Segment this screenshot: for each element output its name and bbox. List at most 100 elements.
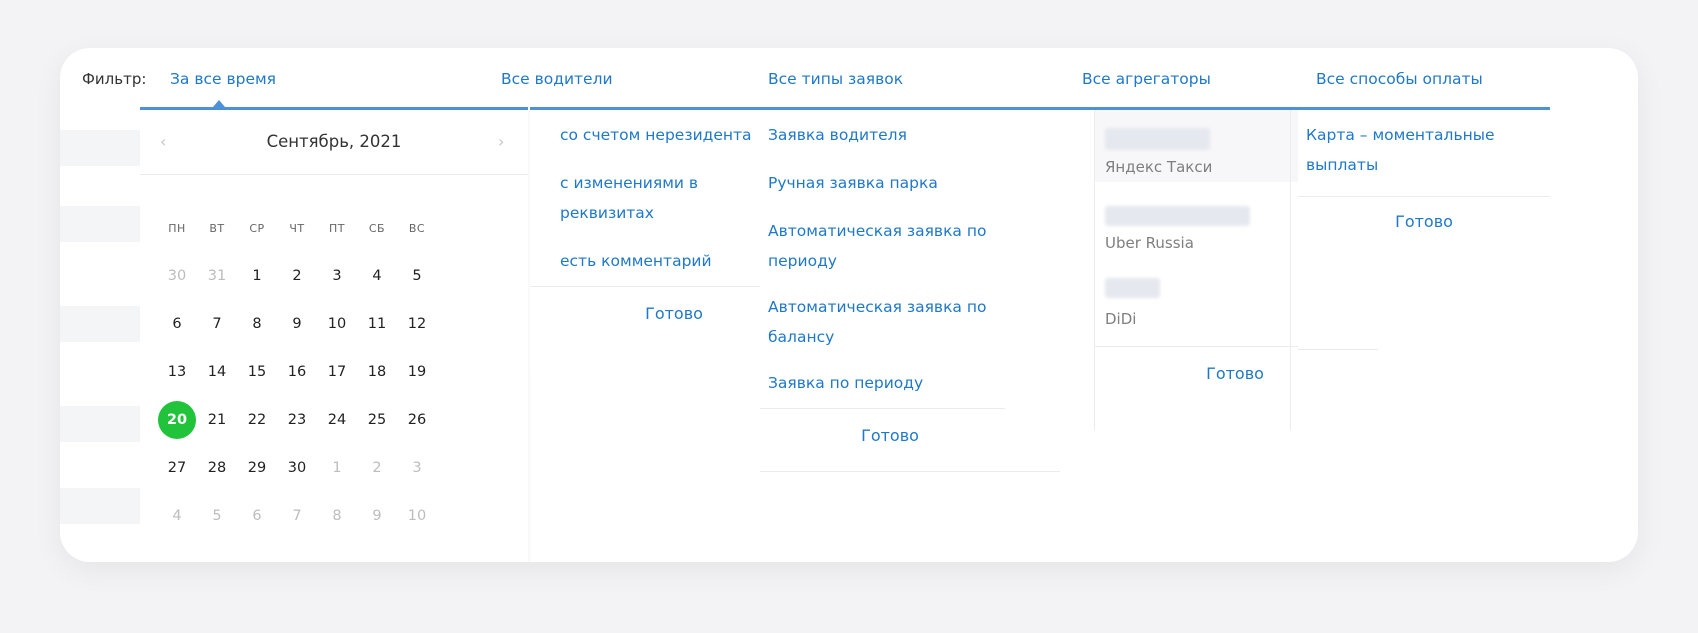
calendar-day[interactable]: 23 xyxy=(277,401,317,439)
calendar-day[interactable]: 3 xyxy=(317,257,357,295)
weekday-label: ЧТ xyxy=(289,222,305,235)
calendar-week-row: 4 5 6 7 8 9 10 xyxy=(157,492,437,540)
calendar-day[interactable]: 1 xyxy=(317,449,357,487)
calendar-day[interactable]: 25 xyxy=(357,401,397,439)
calendar-day-number: 3 xyxy=(412,460,422,476)
calendar-day[interactable]: 10 xyxy=(397,497,437,535)
calendar-day-number: 10 xyxy=(407,508,427,524)
calendar-day[interactable]: 19 xyxy=(397,353,437,391)
caret-indicator xyxy=(213,100,225,107)
calendar-day-number: 26 xyxy=(407,412,427,428)
divider xyxy=(140,174,528,175)
calendar-week-row: 30 31 1 2 3 4 5 xyxy=(157,252,437,300)
calendar-day-number: 2 xyxy=(292,268,302,284)
calendar-day[interactable]: 6 xyxy=(157,305,197,343)
payment-option-card-instant[interactable]: Карта – моментальные выплаты xyxy=(1306,120,1536,180)
calendar-day[interactable]: 26 xyxy=(397,401,437,439)
divider xyxy=(1095,346,1300,347)
calendar-day[interactable]: 1 xyxy=(237,257,277,295)
calendar-day[interactable]: 16 xyxy=(277,353,317,391)
calendar-day[interactable]: 8 xyxy=(237,305,277,343)
calendar-day[interactable]: 12 xyxy=(397,305,437,343)
calendar-day-number: 28 xyxy=(207,460,227,476)
tab-request-types[interactable]: Все типы заявок xyxy=(768,70,903,88)
calendar-day[interactable]: 9 xyxy=(277,305,317,343)
tab-drivers[interactable]: Все водители xyxy=(501,70,613,88)
calendar-week-row: 20 21 22 23 24 25 26 xyxy=(157,396,437,444)
calendar-day[interactable]: 24 xyxy=(317,401,357,439)
calendar-day[interactable]: 29 xyxy=(237,449,277,487)
calendar-day[interactable]: 21 xyxy=(197,401,237,439)
divider xyxy=(1298,196,1550,197)
aggregator-didi[interactable]: DiDi xyxy=(1105,310,1136,328)
aggregator-yandex[interactable]: Яндекс Такси xyxy=(1105,158,1212,176)
payment-dropdown: Карта – моментальные выплаты Готово xyxy=(1298,110,1550,350)
calendar-day[interactable]: 13 xyxy=(157,353,197,391)
calendar-day[interactable]: 8 xyxy=(317,497,357,535)
request-option-driver[interactable]: Заявка водителя xyxy=(768,120,1028,150)
aggregators-done-button[interactable]: Готово xyxy=(1145,364,1325,383)
calendar-day-number: 9 xyxy=(372,508,382,524)
tab-aggregators[interactable]: Все агрегаторы xyxy=(1082,70,1211,88)
calendar-day-number: 5 xyxy=(412,268,422,284)
calendar-day[interactable]: 10 xyxy=(317,305,357,343)
background-row xyxy=(60,206,140,242)
calendar-day-number: 31 xyxy=(207,268,227,284)
calendar-day-today[interactable]: 20 xyxy=(157,401,197,439)
next-month-icon[interactable]: › xyxy=(498,132,504,151)
calendar-day[interactable]: 7 xyxy=(277,497,317,535)
calendar-day[interactable]: 6 xyxy=(237,497,277,535)
divider xyxy=(1290,110,1291,430)
calendar-day[interactable]: 27 xyxy=(157,449,197,487)
calendar-day-number: 19 xyxy=(407,364,427,380)
calendar-day[interactable]: 11 xyxy=(357,305,397,343)
calendar-day[interactable]: 18 xyxy=(357,353,397,391)
calendar-day-number: 23 xyxy=(287,412,307,428)
calendar-day[interactable]: 15 xyxy=(237,353,277,391)
calendar-day[interactable]: 4 xyxy=(157,497,197,535)
request-option-manual[interactable]: Ручная заявка парка xyxy=(768,168,1028,198)
filter-card: Фильтр: За все время Все водители Все ти… xyxy=(60,48,1638,562)
driver-option-changed-requisites[interactable]: с изменениями в реквизитах xyxy=(560,168,760,228)
calendar-day[interactable]: 14 xyxy=(197,353,237,391)
calendar-day[interactable]: 30 xyxy=(277,449,317,487)
calendar-day[interactable]: 2 xyxy=(357,449,397,487)
divider xyxy=(760,408,1005,409)
calendar-day-number: 24 xyxy=(327,412,347,428)
filter-bar: Фильтр: За все время Все водители Все ти… xyxy=(60,48,1550,110)
calendar-day[interactable]: 17 xyxy=(317,353,357,391)
calendar-day-number: 27 xyxy=(167,460,187,476)
calendar-day[interactable]: 5 xyxy=(197,497,237,535)
calendar-day[interactable]: 31 xyxy=(197,257,237,295)
calendar-day-number: 3 xyxy=(332,268,342,284)
calendar-day-number: 1 xyxy=(332,460,342,476)
payment-done-button[interactable]: Готово xyxy=(1298,212,1550,231)
background-row xyxy=(60,406,140,442)
calendar-day-number: 10 xyxy=(327,316,347,332)
calendar-month-title: Сентябрь, 2021 xyxy=(266,132,402,151)
weekday-label: ПН xyxy=(168,222,186,235)
calendar-day[interactable]: 28 xyxy=(197,449,237,487)
calendar-day-number: 30 xyxy=(167,268,187,284)
aggregator-uber[interactable]: Uber Russia xyxy=(1105,234,1194,252)
request-option-auto-period[interactable]: Автоматическая заявка по периоду xyxy=(768,216,1028,276)
calendar-day[interactable]: 4 xyxy=(357,257,397,295)
calendar-day-number: 6 xyxy=(172,316,182,332)
request-option-period[interactable]: Заявка по периоду xyxy=(768,368,1028,398)
calendar-day[interactable]: 2 xyxy=(277,257,317,295)
calendar-day[interactable]: 7 xyxy=(197,305,237,343)
calendar-day[interactable]: 5 xyxy=(397,257,437,295)
calendar-day[interactable]: 3 xyxy=(397,449,437,487)
calendar-day[interactable]: 22 xyxy=(237,401,277,439)
calendar-day-number: 5 xyxy=(212,508,222,524)
tab-period[interactable]: За все время xyxy=(170,70,276,88)
calendar-day[interactable]: 9 xyxy=(357,497,397,535)
tab-payment-methods[interactable]: Все способы оплаты xyxy=(1316,70,1483,88)
weekday-label: ВС xyxy=(408,222,426,235)
calendar-day[interactable]: 30 xyxy=(157,257,197,295)
calendar-day-number: 22 xyxy=(247,412,267,428)
request-types-done-button[interactable]: Готово xyxy=(760,426,1020,445)
background-row xyxy=(60,130,140,166)
request-option-auto-balance[interactable]: Автоматическая заявка по балансу xyxy=(768,292,1028,352)
blurred-logo xyxy=(1105,128,1210,150)
